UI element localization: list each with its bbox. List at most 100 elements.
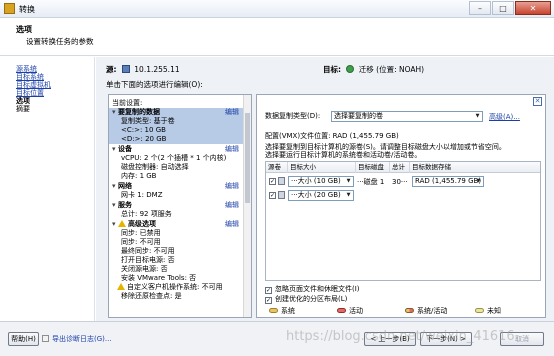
section-header: ▾ 网络 编辑 [109, 182, 243, 191]
section-line: 内存: 1 GB [121, 172, 157, 180]
section-line: 复制类型: 基于卷 [121, 117, 175, 125]
current-settings-label: 当前设置: [112, 99, 143, 107]
destination-info: 目标: 迁移 (位置: NOAH) [323, 64, 424, 75]
section-line-warning: 自定义客户机操作系统: 不可用 [109, 283, 243, 292]
maximize-button[interactable]: □ [492, 1, 514, 15]
section-advanced[interactable]: ▾ 高级选项 编辑 同步: 已禁用 同步: 不可用 最终同步: 不可用 打开目标电… [109, 220, 243, 301]
section-line: 网卡 1: DMZ [121, 191, 163, 199]
export-logs-label: 导出诊断日志(G)... [52, 335, 112, 343]
section-header: ▾ 高级选项 编辑 [109, 220, 243, 229]
copy-type-label: 数据复制类型(D): [265, 112, 321, 120]
warning-icon [117, 283, 125, 290]
page-subtitle: 设置转换任务的参数 [26, 37, 94, 46]
title-bar: 转换 – □ ✕ [0, 0, 554, 18]
vmx-location: 配置(VMX)文件位置: RAD (1,455.79 GB) [265, 132, 399, 140]
ignore-pagefile-option[interactable]: ✓ 忽略页面文件和休眠文件(I) [265, 285, 360, 294]
edit-hint: 单击下面的选项进行编辑(O): [106, 80, 203, 89]
edit-link[interactable]: 编辑 [225, 201, 239, 210]
column-header[interactable]: 目标数据存储 [410, 162, 540, 173]
edit-link[interactable]: 编辑 [225, 182, 239, 191]
source-value: 10.1.255.11 [134, 65, 180, 74]
optimized-alignment-option[interactable]: ✓ 创建优化的分区布局(L) [265, 295, 347, 304]
section-services[interactable]: ▾ 服务 编辑 总计: 92 项服务 [109, 201, 243, 219]
target-size-select[interactable]: ···大小 (20 GB) ▼ [288, 190, 354, 201]
target-size-select[interactable]: ···大小 (10 GB) ▼ [288, 176, 354, 187]
section-header: ▾ 服务 编辑 [109, 201, 243, 210]
options-scrollbar[interactable] [243, 95, 251, 317]
edit-link[interactable]: 编辑 [225, 145, 239, 154]
section-data-to-copy[interactable]: ▾ 要复制的数据 编辑 复制类型: 基于卷 <C:>: 10 GB <D:>: 2… [109, 108, 243, 144]
section-title: 网络 [118, 182, 132, 190]
legend-item-system-active: 系统/活动 [405, 307, 447, 316]
volume-table: 源卷 目标大小 目标磁盘 总计 目标数据存储 ✓ ···大小 (10 GB) ▼… [265, 161, 541, 281]
table-row[interactable]: ✓ ···大小 (10 GB) ▼ ···磁盘 1 30··· RAD (1,4… [266, 175, 540, 189]
section-line: <C:>: 10 GB [121, 126, 166, 134]
disk-icon [278, 177, 285, 185]
options-list[interactable]: 当前设置: ▾ 要复制的数据 编辑 复制类型: 基于卷 <C:>: 10 GB <… [108, 94, 252, 318]
step-source-system[interactable]: 源系统 [16, 65, 94, 73]
advanced-link[interactable]: 高级(A)... [489, 112, 520, 122]
source-info: 源: 10.1.255.11 [106, 64, 180, 75]
page-title: 选项 [16, 25, 32, 34]
edit-link[interactable]: 编辑 [225, 108, 239, 117]
source-label: 源: [106, 65, 117, 74]
section-title: 要复制的数据 [118, 108, 160, 116]
export-icon [42, 335, 49, 342]
close-icon[interactable]: ✕ [533, 97, 542, 106]
help-button[interactable]: 帮助(H) [8, 332, 39, 346]
server-icon [121, 65, 130, 73]
section-devices[interactable]: ▾ 设备 编辑 vCPU: 2 个(2 个插槽 * 1 个内核) 磁盘控制器: 自… [109, 145, 243, 181]
section-line-text: 自定义客户机操作系统: 不可用 [127, 283, 223, 291]
page-header: 选项 设置转换任务的参数 [0, 18, 554, 56]
legend-label: 系统/活动 [417, 307, 448, 315]
column-header[interactable]: 目标磁盘 [356, 162, 390, 173]
warning-icon [118, 220, 126, 227]
section-header: ▾ 要复制的数据 编辑 [109, 108, 243, 117]
ignore-pagefile-checkbox[interactable]: ✓ [265, 287, 272, 294]
step-target-vm[interactable]: 目标虚拟机 [16, 81, 94, 89]
datastore-value: RAD (1,455.79 GB) [415, 177, 482, 185]
section-line: 打开目标电源: 否 [121, 256, 175, 264]
table-header: 源卷 目标大小 目标磁盘 总计 目标数据存储 [266, 162, 540, 173]
main-content: 源: 10.1.255.11 目标: 迁移 (位置: NOAH) 单击下面的选项… [96, 57, 554, 321]
description-line: 选择要复制到目标计算机的源卷(S)。请调整目标磁盘大小以增加或节省空间。 [265, 143, 506, 151]
target-size-value: ···大小 (20 GB) [291, 191, 341, 199]
volume-checkbox[interactable]: ✓ [269, 178, 276, 185]
wizard-steps: 源系统 目标系统 目标虚拟机 目标位置 选项 摘要 [0, 57, 95, 321]
section-network[interactable]: ▾ 网络 编辑 网卡 1: DMZ [109, 182, 243, 200]
ignore-pagefile-label: 忽略页面文件和休眠文件(I) [275, 285, 360, 293]
description-line: 选择要运行目标计算机的系统卷和活动卷/活动卷。 [265, 151, 422, 159]
active-volume-icon [337, 308, 346, 313]
legend-item-unknown: 未知 [475, 307, 501, 316]
optimized-alignment-checkbox[interactable]: ✓ [265, 297, 272, 304]
step-target-location[interactable]: 目标位置 [16, 89, 94, 97]
chevron-down-icon: ▼ [476, 178, 481, 184]
step-options: 选项 [16, 97, 30, 105]
section-line: vCPU: 2 个(2 个插槽 * 1 个内核) [121, 154, 227, 162]
step-target-system[interactable]: 目标系统 [16, 73, 94, 81]
window-title: 转换 [19, 5, 35, 14]
datastore-select[interactable]: RAD (1,455.79 GB) ▼ [412, 176, 484, 187]
section-line: 总计: 92 项服务 [121, 210, 172, 218]
minimize-button[interactable]: – [469, 1, 491, 15]
watermark: https://blog.csdn.net/weixin_41616 [286, 329, 515, 344]
legend-label: 未知 [487, 307, 501, 315]
section-title: 设备 [118, 145, 132, 153]
column-header[interactable]: 总计 [390, 162, 410, 173]
total-cell: 30··· [392, 178, 408, 186]
export-logs-link[interactable]: 导出诊断日志(G)... [42, 334, 112, 344]
column-header[interactable]: 目标大小 [288, 162, 356, 173]
section-line: <D:>: 20 GB [121, 135, 167, 143]
section-line: 同步: 不可用 [121, 238, 161, 246]
edit-link[interactable]: 编辑 [225, 220, 239, 229]
optimized-alignment-label: 创建优化的分区布局(L) [275, 295, 348, 303]
scrollbar-thumb[interactable] [245, 113, 250, 203]
column-header[interactable]: 源卷 [266, 162, 288, 173]
target-disk-cell: ···磁盘 1 [357, 178, 385, 186]
close-window-button[interactable]: ✕ [515, 1, 551, 15]
unknown-volume-icon [475, 308, 484, 313]
table-row[interactable]: ✓ ···大小 (20 GB) ▼ [266, 189, 540, 203]
globe-icon [346, 65, 355, 73]
volume-checkbox[interactable]: ✓ [269, 192, 276, 199]
copy-type-select[interactable]: 选择要复制的卷 ▼ [331, 111, 483, 122]
